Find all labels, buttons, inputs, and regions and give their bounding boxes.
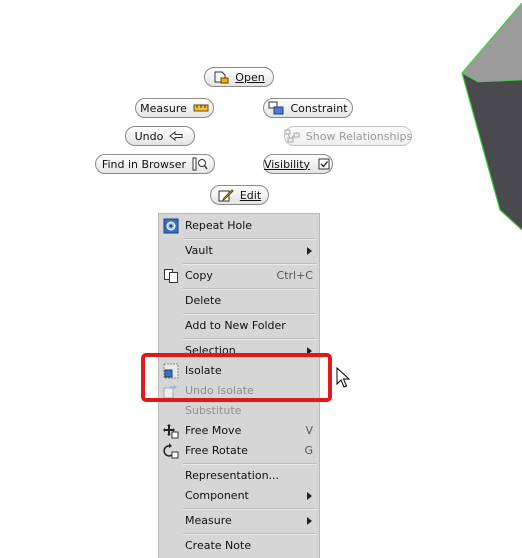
- measure-button[interactable]: Measure: [135, 98, 214, 118]
- constraint-icon: [268, 101, 284, 115]
- undo-button[interactable]: Undo: [125, 126, 195, 146]
- menu-item-substitute[interactable]: Substitute: [159, 401, 319, 421]
- free-move-icon: [163, 423, 179, 439]
- visibility-button[interactable]: Visibility: [263, 154, 333, 174]
- menu-item-create-note[interactable]: Create Note: [159, 536, 319, 556]
- show-relationships-button[interactable]: Show Relationships: [284, 126, 412, 146]
- visibility-checkbox-icon: [316, 157, 332, 171]
- free-rotate-icon: [163, 443, 179, 459]
- part-side-face: [462, 73, 522, 230]
- part-edge-highlight: [461, 2, 522, 231]
- menu-item-free-rotate[interactable]: Free Rotate G: [159, 441, 319, 461]
- measure-icon: [193, 101, 209, 115]
- repeat-hole-icon: [163, 218, 179, 234]
- find-in-browser-button[interactable]: Find in Browser: [95, 154, 215, 174]
- find-in-browser-icon: [192, 157, 208, 171]
- menu-item-delete[interactable]: Delete: [159, 291, 319, 311]
- menu-item-representation[interactable]: Representation...: [159, 466, 319, 486]
- copy-icon: [163, 268, 179, 284]
- menu-item-repeat-hole[interactable]: Repeat Hole: [159, 216, 319, 236]
- part-top-face: [462, 3, 522, 82]
- submenu-arrow-icon: [307, 247, 312, 255]
- edit-icon: [218, 188, 234, 202]
- menu-item-vault[interactable]: Vault: [159, 241, 319, 261]
- edit-button[interactable]: Edit: [210, 185, 269, 205]
- open-icon: [213, 70, 229, 84]
- menu-item-component[interactable]: Component: [159, 486, 319, 506]
- constraint-button[interactable]: Constraint: [263, 98, 353, 118]
- menu-item-free-move[interactable]: Free Move V: [159, 421, 319, 441]
- menu-item-copy[interactable]: Copy Ctrl+C: [159, 266, 319, 286]
- relationships-icon: [284, 129, 300, 143]
- menu-item-add-to-new-folder[interactable]: Add to New Folder: [159, 316, 319, 336]
- menu-item-measure[interactable]: Measure: [159, 511, 319, 531]
- undo-arrow-icon: [169, 129, 185, 143]
- open-button[interactable]: Open: [204, 67, 274, 87]
- submenu-arrow-icon: [307, 492, 312, 500]
- highlight-annotation-box: [141, 353, 332, 402]
- mouse-cursor-icon: [336, 367, 350, 388]
- submenu-arrow-icon: [307, 517, 312, 525]
